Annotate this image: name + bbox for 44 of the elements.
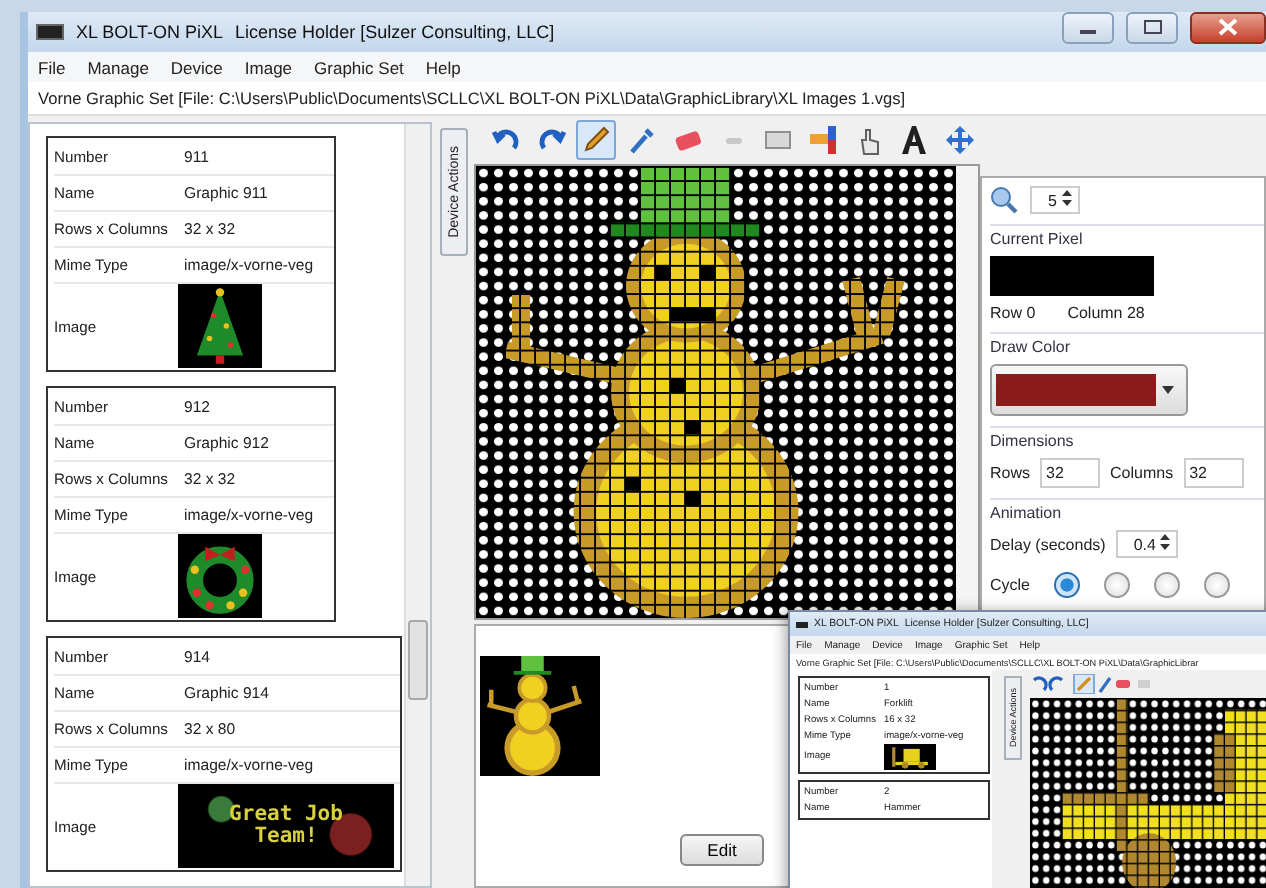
- menu-item[interactable]: File: [38, 57, 66, 77]
- field-label: Delay (seconds): [990, 535, 1106, 553]
- delay-spinner[interactable]: 0.4: [1115, 530, 1179, 558]
- scrollbar[interactable]: [404, 124, 430, 886]
- edit-button[interactable]: Edit: [680, 834, 764, 866]
- group-title: Current Pixel: [990, 230, 1085, 248]
- group-title: Dimensions: [990, 432, 1076, 450]
- group-title: Animation: [990, 504, 1064, 522]
- field-label: Columns: [1110, 464, 1174, 482]
- field-label: Rows: [990, 464, 1031, 482]
- menu-item[interactable]: Help: [425, 57, 461, 77]
- forklift-pixel-canvas[interactable]: [1030, 698, 1266, 888]
- field-label: Cycle: [990, 576, 1031, 594]
- cycle-radio[interactable]: [1104, 572, 1131, 598]
- caret-icon[interactable]: [1162, 386, 1174, 394]
- cycle-radio[interactable]: [1154, 572, 1181, 598]
- cycle-radio[interactable]: [1054, 572, 1081, 598]
- app-icon: [796, 621, 808, 627]
- columns-input[interactable]: 32: [1183, 458, 1244, 488]
- banner-text: Great Job Team!: [227, 803, 345, 849]
- menu-item[interactable]: Graphic Set: [314, 57, 404, 77]
- rows-input[interactable]: 32: [1040, 458, 1101, 488]
- tree-graphic: [178, 284, 262, 368]
- close-icon[interactable]: [1190, 11, 1266, 43]
- window-title: XL BOLT-ON PiXL: [76, 22, 224, 42]
- window-subtitle: License Holder [Sulzer Consulting, LLC]: [235, 22, 555, 42]
- wreath-graphic: [178, 534, 262, 618]
- draw-color-dropdown[interactable]: [990, 364, 1188, 416]
- zoom-spinner[interactable]: 5: [1030, 186, 1080, 214]
- menu-item[interactable]: Device: [170, 57, 223, 77]
- row-label: Row 0: [990, 304, 1036, 322]
- search-icon[interactable]: [990, 186, 1018, 214]
- menu-item[interactable]: Manage: [87, 57, 149, 77]
- maximize-icon[interactable]: [1126, 11, 1178, 43]
- toolbar-icons[interactable]: [1030, 674, 1150, 694]
- minimize-icon[interactable]: [1062, 11, 1114, 43]
- pencil-icon[interactable]: [576, 120, 617, 160]
- forklift-graphic: [884, 744, 936, 770]
- cycle-radio[interactable]: [1204, 572, 1231, 598]
- menu-item[interactable]: Image: [244, 57, 293, 77]
- column-label: Column 28: [1067, 304, 1145, 322]
- file-path: Vorne Graphic Set [File: C:\Users\Public\Documents\SCLLC\XL BOLT-ON PiXL\Data\GraphicLibrary\XL Images 1.vgs]: [38, 88, 906, 108]
- group-title: Draw Color: [990, 338, 1073, 356]
- app-icon: [36, 24, 64, 40]
